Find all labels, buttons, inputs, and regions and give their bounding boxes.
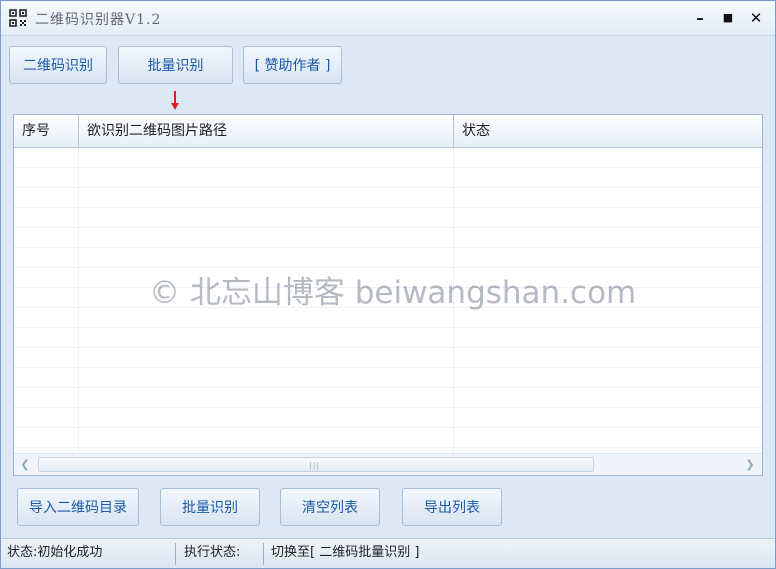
status-bar: 状态:初始化成功 执行状态: 切换至[ 二维码批量识别 ]	[1, 538, 775, 568]
main-window: 二维码识别器V1.2 – ■ ✕ 二维码识别 批量识别 [ 赞助作者 ] 序号 …	[0, 0, 776, 569]
title-bar[interactable]: 二维码识别器V1.2 – ■ ✕	[1, 1, 775, 36]
table-row[interactable]	[14, 408, 762, 428]
table-row[interactable]	[14, 208, 762, 228]
column-header-index[interactable]: 序号	[14, 115, 78, 147]
table-row[interactable]	[14, 388, 762, 408]
clear-list-button[interactable]: 清空列表	[280, 488, 380, 526]
file-list-table[interactable]: 序号 欲识别二维码图片路径 状态 ❮ ||| ❯	[13, 114, 763, 476]
recognize-qr-button[interactable]: 二维码识别	[9, 46, 107, 84]
scroll-right-icon[interactable]: ❯	[741, 456, 759, 474]
import-qr-directory-button[interactable]: 导入二维码目录	[17, 488, 139, 526]
exec-status-value: 切换至[ 二维码批量识别 ]	[271, 545, 420, 560]
table-body[interactable]	[14, 148, 762, 453]
table-row[interactable]	[14, 148, 762, 168]
status-divider	[263, 543, 264, 565]
horizontal-scrollbar[interactable]: ❮ ||| ❯	[14, 453, 762, 475]
export-list-button[interactable]: 导出列表	[402, 488, 502, 526]
table-row[interactable]	[14, 348, 762, 368]
status-divider	[175, 543, 176, 565]
scroll-left-icon[interactable]: ❮	[16, 456, 34, 474]
table-row[interactable]	[14, 288, 762, 308]
minimize-button[interactable]: –	[689, 8, 711, 28]
table-row[interactable]	[14, 228, 762, 248]
maximize-button[interactable]: ■	[717, 8, 739, 28]
exec-status-label: 执行状态:	[184, 545, 241, 560]
batch-recognize-button[interactable]: 批量识别	[118, 46, 233, 84]
table-header: 序号 欲识别二维码图片路径 状态	[14, 115, 762, 148]
column-gridline	[453, 148, 454, 453]
column-gridline	[78, 148, 79, 453]
table-row[interactable]	[14, 268, 762, 288]
table-row[interactable]	[14, 188, 762, 208]
window-title: 二维码识别器V1.2	[35, 12, 162, 28]
table-row[interactable]	[14, 248, 762, 268]
table-row[interactable]	[14, 428, 762, 448]
sponsor-author-button[interactable]: [ 赞助作者 ]	[243, 46, 342, 84]
close-button[interactable]: ✕	[745, 8, 767, 28]
status-text: 状态:初始化成功	[7, 545, 103, 560]
scrollbar-thumb[interactable]: |||	[38, 457, 594, 472]
grip-icon: |||	[309, 461, 321, 470]
batch-recognize-bottom-button[interactable]: 批量识别	[160, 488, 260, 526]
arrow-down-icon	[171, 91, 179, 110]
qr-code-icon	[9, 9, 27, 27]
table-row[interactable]	[14, 368, 762, 388]
column-header-status[interactable]: 状态	[454, 115, 762, 147]
table-row[interactable]	[14, 308, 762, 328]
column-header-path[interactable]: 欲识别二维码图片路径	[79, 115, 453, 147]
table-row[interactable]	[14, 328, 762, 348]
table-row[interactable]	[14, 168, 762, 188]
